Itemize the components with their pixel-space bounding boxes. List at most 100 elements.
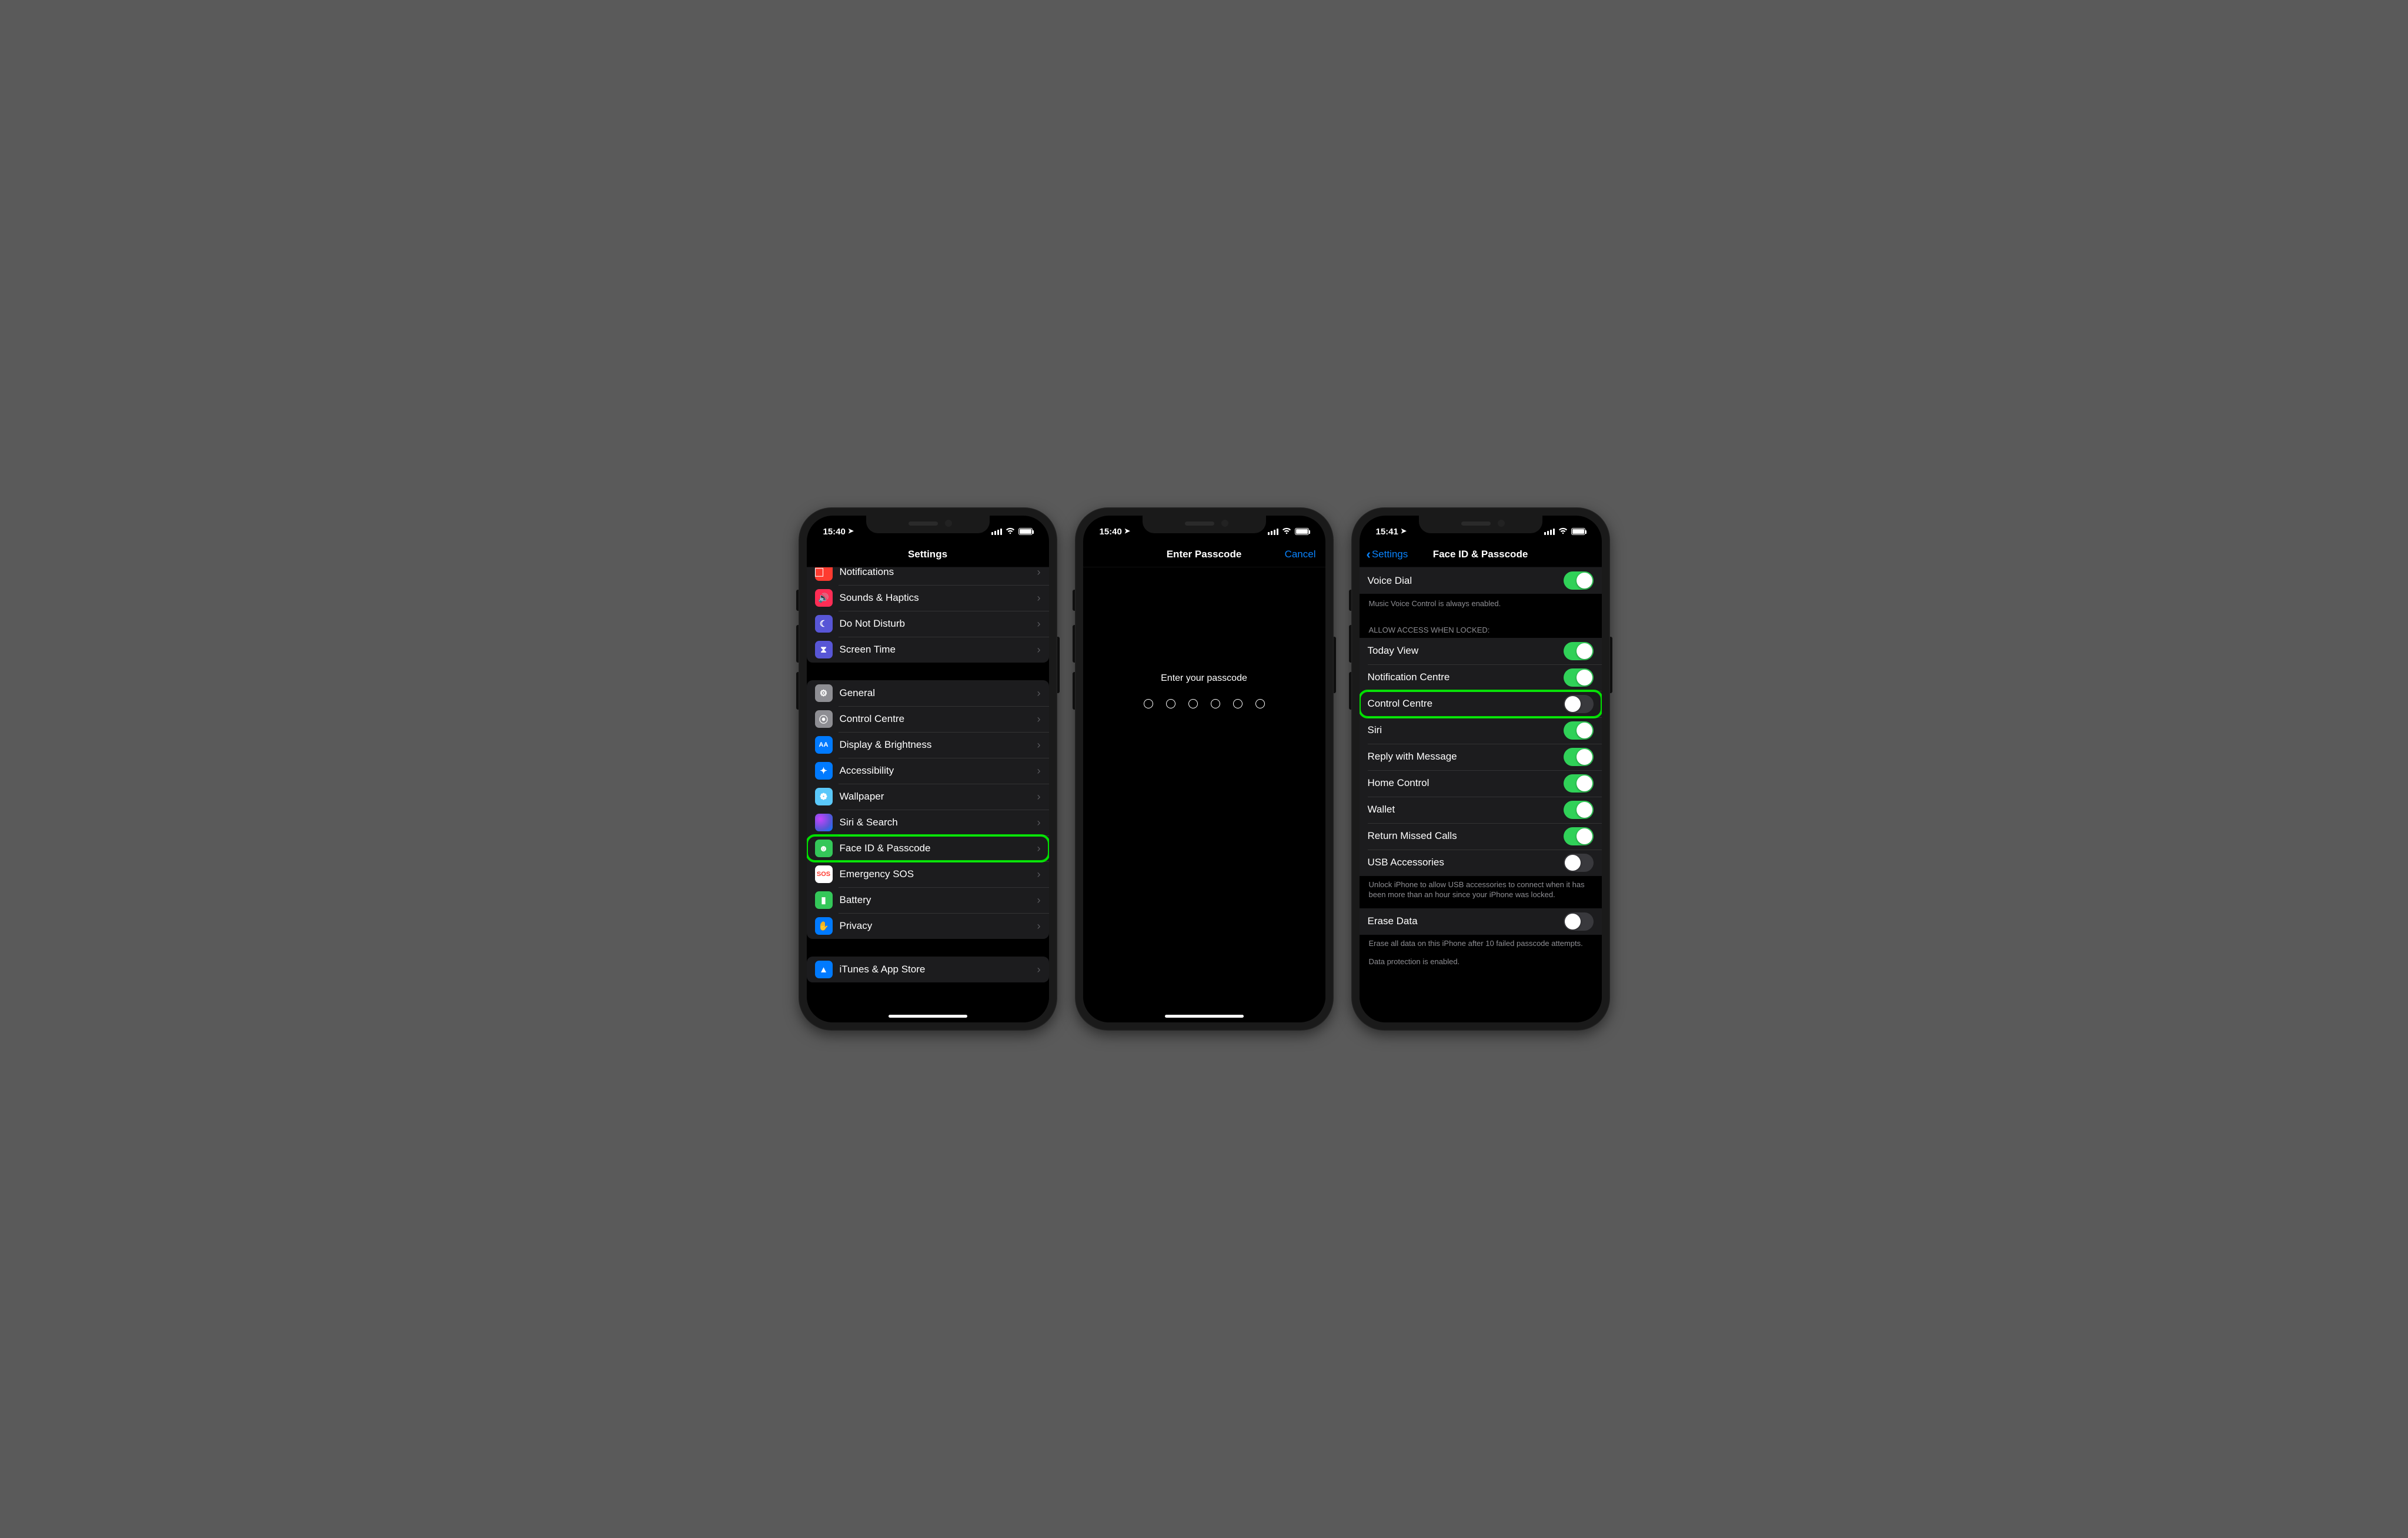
row-control-centre[interactable]: ⦿Control Centre›: [807, 706, 1049, 732]
toggle-today-view[interactable]: Today View: [1360, 638, 1602, 664]
toggle-home-control[interactable]: Home Control: [1360, 770, 1602, 797]
chevron-right-icon: ›: [1037, 592, 1041, 604]
nav-title: Face ID & Passcode: [1433, 549, 1528, 560]
row-itunes-appstore[interactable]: ▲iTunes & App Store›: [807, 957, 1049, 982]
row-label: Control Centre: [1368, 698, 1564, 710]
row-label: Display & Brightness: [840, 739, 1037, 751]
toggle-erase-data[interactable]: Erase Data: [1360, 908, 1602, 935]
row-wallpaper[interactable]: ❁Wallpaper›: [807, 784, 1049, 810]
switch[interactable]: [1564, 912, 1594, 931]
toggle-siri[interactable]: Siri: [1360, 717, 1602, 744]
switch[interactable]: [1564, 748, 1594, 766]
notch: [866, 516, 990, 533]
chevron-right-icon: ›: [1037, 842, 1041, 855]
row-battery[interactable]: ▮Battery›: [807, 887, 1049, 913]
row-screen-time[interactable]: ⧗Screen Time›: [807, 637, 1049, 663]
row-label: Wallpaper: [840, 791, 1037, 803]
switch[interactable]: [1564, 801, 1594, 819]
row-faceid-passcode[interactable]: ☻Face ID & Passcode›: [807, 835, 1049, 861]
chevron-right-icon: ›: [1037, 964, 1041, 976]
nav-title: Enter Passcode: [1167, 549, 1242, 560]
row-label: Return Missed Calls: [1368, 830, 1564, 842]
settings-row-icon: AA: [815, 736, 833, 754]
row-display-brightness[interactable]: AADisplay & Brightness›: [807, 732, 1049, 758]
row-notifications[interactable]: ⃞ Notifications›: [807, 567, 1049, 585]
passcode-dot: [1188, 699, 1198, 708]
row-label: Emergency SOS: [840, 868, 1037, 880]
cellular-icon: [991, 529, 1002, 535]
battery-icon: [1571, 528, 1585, 535]
nav-bar: Settings: [807, 541, 1049, 567]
row-label: Wallet: [1368, 804, 1564, 815]
cancel-button[interactable]: Cancel: [1285, 549, 1316, 560]
passcode-dot: [1211, 699, 1220, 708]
passcode-entry: Enter your passcode: [1083, 567, 1325, 1022]
settings-row-icon: ☾: [815, 615, 833, 633]
location-icon: ➤: [1124, 527, 1130, 535]
chevron-right-icon: ›: [1037, 687, 1041, 700]
back-label: Settings: [1372, 549, 1408, 560]
location-icon: ➤: [1401, 527, 1407, 535]
toggle-wallet[interactable]: Wallet: [1360, 797, 1602, 823]
switch[interactable]: [1564, 668, 1594, 687]
cellular-icon: [1544, 529, 1555, 535]
notch: [1143, 516, 1266, 533]
faceid-settings-content[interactable]: Voice Dial Music Voice Control is always…: [1360, 567, 1602, 1022]
row-label: Privacy: [840, 920, 1037, 932]
passcode-dots[interactable]: [1144, 699, 1265, 708]
switch[interactable]: [1564, 854, 1594, 872]
row-emergency-sos[interactable]: SOSEmergency SOS›: [807, 861, 1049, 887]
home-indicator[interactable]: [1165, 1015, 1244, 1018]
passcode-prompt: Enter your passcode: [1161, 673, 1247, 684]
passcode-dot: [1144, 699, 1153, 708]
row-label: Siri: [1368, 724, 1564, 736]
phone-faceid-passcode-settings: 15:41 ➤ ‹ Settings Face ID & Passcode Vo…: [1351, 507, 1610, 1031]
settings-row-icon: ⃞: [815, 567, 833, 581]
row-label: iTunes & App Store: [840, 964, 1037, 975]
toggle-reply-with-message[interactable]: Reply with Message: [1360, 744, 1602, 770]
chevron-right-icon: ›: [1037, 713, 1041, 725]
row-accessibility[interactable]: ✦Accessibility›: [807, 758, 1049, 784]
toggle-notification-centre[interactable]: Notification Centre: [1360, 664, 1602, 691]
toggle-control-centre[interactable]: Control Centre: [1360, 691, 1602, 717]
nav-title: Settings: [908, 549, 947, 560]
chevron-right-icon: ›: [1037, 567, 1041, 579]
chevron-right-icon: ›: [1037, 791, 1041, 803]
chevron-right-icon: ›: [1037, 868, 1041, 881]
row-siri-search[interactable]: Siri & Search›: [807, 810, 1049, 835]
toggle-return-missed-calls[interactable]: Return Missed Calls: [1360, 823, 1602, 850]
back-button[interactable]: ‹ Settings: [1367, 548, 1408, 561]
row-sounds-haptics[interactable]: 🔊Sounds & Haptics›: [807, 585, 1049, 611]
settings-row-icon: 🔊: [815, 589, 833, 607]
cellular-icon: [1268, 529, 1278, 535]
row-label: General: [840, 687, 1037, 699]
row-general[interactable]: ⚙General›: [807, 680, 1049, 706]
switch[interactable]: [1564, 827, 1594, 845]
row-label: Reply with Message: [1368, 751, 1564, 763]
row-privacy[interactable]: ✋Privacy›: [807, 913, 1049, 939]
toggle-voice-dial[interactable]: Voice Dial: [1360, 567, 1602, 594]
switch[interactable]: [1564, 571, 1594, 590]
row-label: Notifications: [840, 567, 1037, 578]
settings-list[interactable]: ⃞Notifications›🔊Sounds & Haptics›☾Do Not…: [807, 567, 1049, 1022]
data-protection-footer: Data protection is enabled.: [1360, 957, 1602, 975]
nav-bar: ‹ Settings Face ID & Passcode: [1360, 541, 1602, 567]
switch[interactable]: [1564, 721, 1594, 740]
row-label: USB Accessories: [1368, 857, 1564, 868]
row-label: Today View: [1368, 645, 1564, 657]
switch[interactable]: [1564, 774, 1594, 793]
row-label: Notification Centre: [1368, 671, 1564, 683]
chevron-left-icon: ‹: [1367, 548, 1371, 561]
row-label: Do Not Disturb: [840, 618, 1037, 630]
row-label: Erase Data: [1368, 915, 1564, 927]
passcode-dot: [1233, 699, 1243, 708]
toggle-usb-accessories[interactable]: USB Accessories: [1360, 850, 1602, 876]
phone-settings-list: 15:40 ➤ Settings ⃞Notifications›🔊Sounds …: [799, 507, 1057, 1031]
row-do-not-disturb[interactable]: ☾Do Not Disturb›: [807, 611, 1049, 637]
chevron-right-icon: ›: [1037, 894, 1041, 907]
status-time: 15:41: [1376, 527, 1398, 537]
home-indicator[interactable]: [889, 1015, 967, 1018]
switch[interactable]: [1564, 642, 1594, 660]
allow-access-header: ALLOW ACCESS WHEN LOCKED:: [1360, 617, 1602, 638]
switch[interactable]: [1564, 695, 1594, 713]
